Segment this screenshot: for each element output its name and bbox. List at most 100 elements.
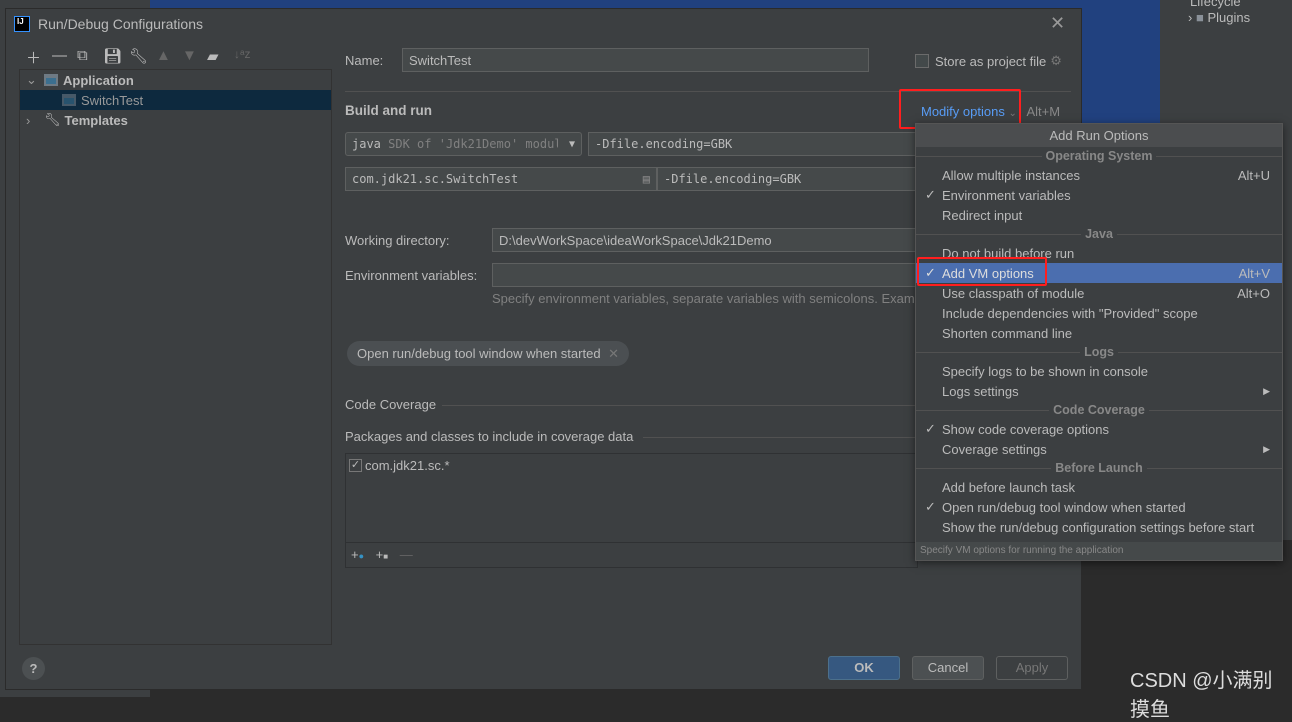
divider <box>442 405 918 406</box>
group-label: Operating System <box>1041 149 1157 163</box>
menu-item[interactable]: Allow multiple instances Alt+U <box>916 165 1282 185</box>
modify-options-link[interactable]: Modify options ⌄ Alt+M <box>921 104 1060 119</box>
config-tree: ⌄ Application SwitchTest › 🔧︎ Templates <box>19 69 332 645</box>
menu-item[interactable]: Redirect input <box>916 205 1282 225</box>
sort-az-icon[interactable]: ↓ᵃz <box>234 47 250 61</box>
copy-icon[interactable]: ⧉ <box>77 47 88 64</box>
submenu-arrow-icon: ▶ <box>1263 443 1270 454</box>
menu-item[interactable]: Logs settings ▶ <box>916 381 1282 401</box>
menu-item-label: Show code coverage options <box>942 421 1109 437</box>
tree-item-application[interactable]: ⌄ Application <box>20 70 331 90</box>
highlight-box <box>917 257 1047 286</box>
arrow-down-icon[interactable]: ▼ <box>182 47 197 64</box>
check-icon: ✓ <box>925 499 936 514</box>
code-coverage-heading: Code Coverage <box>345 397 437 412</box>
name-input[interactable]: SwitchTest <box>402 48 869 72</box>
add-package-icon[interactable]: +■ <box>376 547 388 562</box>
menu-item[interactable]: Add before launch task <box>916 477 1282 497</box>
check-icon: ✓ <box>925 187 936 202</box>
menu-item-label: Shorten command line <box>942 325 1073 341</box>
menu-item[interactable]: Specify logs to be shown in console <box>916 361 1282 381</box>
check-icon: ✓ <box>925 421 936 436</box>
tree-item-templates[interactable]: › 🔧︎ Templates <box>20 110 331 130</box>
popup-footer-hint: Specify VM options for running the appli… <box>916 542 1282 560</box>
menu-item-label: Add before launch task <box>942 479 1075 495</box>
menu-group-header: Code Coverage <box>916 401 1282 419</box>
menu-item[interactable]: Include dependencies with "Provided" sco… <box>916 303 1282 323</box>
env-variables-input[interactable] <box>492 263 918 287</box>
menu-item[interactable]: ✓ Show code coverage options <box>916 419 1282 439</box>
menu-group-header: Logs <box>916 343 1282 361</box>
env-variables-label: Environment variables: <box>345 268 478 283</box>
menu-item[interactable]: ✓ Open run/debug tool window when started <box>916 497 1282 517</box>
main-class-input[interactable]: com.jdk21.sc.SwitchTest ▤ <box>345 167 657 191</box>
store-checkbox[interactable] <box>915 54 929 68</box>
menu-item-label: Allow multiple instances <box>942 167 1081 183</box>
menu-item[interactable]: ✓ Environment variables <box>916 185 1282 205</box>
shortcut: Alt+U <box>1237 167 1270 183</box>
close-icon[interactable]: ✕ <box>1050 13 1065 34</box>
group-label: Java <box>1081 227 1117 241</box>
menu-item-label: Logs settings <box>942 383 1019 399</box>
close-icon[interactable]: ✕ <box>608 346 619 361</box>
help-button[interactable]: ? <box>22 657 45 680</box>
env-variables-hint: Specify environment variables, separate … <box>492 291 918 306</box>
wrench-icon[interactable]: 🔧︎ <box>129 47 148 65</box>
working-directory-input[interactable]: D:\devWorkSpace\ideaWorkSpace\Jdk21Demo <box>492 228 918 252</box>
packages-label: Packages and classes to include in cover… <box>345 429 634 444</box>
add-class-icon[interactable]: +● <box>351 547 364 562</box>
packages-list: ✓ com.jdk21.sc.* +● +■ — <box>345 453 918 568</box>
wrench-icon: 🔧︎ <box>44 112 61 127</box>
store-project-file[interactable]: Store as project file ⚙ <box>915 53 1062 69</box>
shortcut: Alt+O <box>1237 285 1270 301</box>
arrow-up-icon[interactable]: ▲ <box>156 47 171 64</box>
group-label: Logs <box>1080 345 1118 359</box>
save-icon[interactable]: 💾︎ <box>103 47 122 65</box>
working-directory-label: Working directory: <box>345 233 450 248</box>
cancel-button[interactable]: Cancel <box>912 656 984 680</box>
group-label: Before Launch <box>1051 461 1147 475</box>
ok-button[interactable]: OK <box>828 656 900 680</box>
divider <box>643 437 918 438</box>
menu-item-label: Environment variables <box>942 187 1071 203</box>
list-item[interactable]: ✓ com.jdk21.sc.* <box>346 454 917 477</box>
chevron-down-icon[interactable]: ⌄ <box>26 72 44 88</box>
shortcut: Alt+V <box>1238 265 1270 281</box>
menu-item[interactable]: Show the run/debug configuration setting… <box>916 517 1282 537</box>
tree-item-lifecycle[interactable]: Lifecycle <box>1190 0 1241 9</box>
dialog-title: Run/Debug Configurations <box>38 16 203 32</box>
chevron-right-icon[interactable]: › <box>26 113 44 128</box>
remove-icon[interactable]: — <box>400 547 413 562</box>
group-label: Code Coverage <box>1049 403 1149 417</box>
folder-gear-icon: ■ <box>1195 10 1204 25</box>
browse-icon[interactable]: ▤ <box>643 172 650 186</box>
menu-item[interactable]: Coverage settings ▶ <box>916 439 1282 459</box>
chevron-down-icon: ⌄ <box>1008 108 1017 119</box>
application-icon <box>44 74 58 86</box>
minus-icon[interactable]: — <box>52 47 67 64</box>
menu-item-label: Show the run/debug configuration setting… <box>942 519 1255 535</box>
plus-icon[interactable]: ＋ <box>26 47 41 68</box>
tree-item-switchtest[interactable]: SwitchTest <box>20 90 331 110</box>
submenu-arrow-icon: ▶ <box>1263 385 1270 396</box>
folder-add-icon[interactable]: ▰ <box>207 47 219 65</box>
menu-item-label: Specify logs to be shown in console <box>942 363 1148 379</box>
tree-item-plugins[interactable]: › ■ Plugins <box>1188 10 1250 25</box>
intellij-logo-icon: IJ <box>14 16 30 32</box>
add-run-options-popup: Add Run Options Operating System Allow mu… <box>915 123 1283 561</box>
package-checkbox[interactable]: ✓ <box>349 459 362 472</box>
menu-item-label: Include dependencies with "Provided" sco… <box>942 305 1198 321</box>
menu-item[interactable]: Shorten command line <box>916 323 1282 343</box>
build-and-run-heading: Build and run <box>345 103 432 118</box>
option-chip[interactable]: Open run/debug tool window when started … <box>347 341 630 366</box>
vm-options-input[interactable]: -Dfile.encoding=GBK <box>588 132 918 156</box>
menu-item-label: Coverage settings <box>942 441 1047 457</box>
jre-select[interactable]: java SDK of 'Jdk21Demo' module ▼ <box>345 132 582 156</box>
menu-item[interactable]: Use classpath of module Alt+O <box>916 283 1282 303</box>
dropdown-arrow-icon: ▼ <box>568 138 575 150</box>
program-arguments-input[interactable]: -Dfile.encoding=GBK <box>657 167 918 191</box>
application-icon <box>62 94 76 106</box>
apply-button[interactable]: Apply <box>996 656 1068 680</box>
menu-group-header: Java <box>916 225 1282 243</box>
gear-icon[interactable]: ⚙ <box>1050 53 1062 69</box>
